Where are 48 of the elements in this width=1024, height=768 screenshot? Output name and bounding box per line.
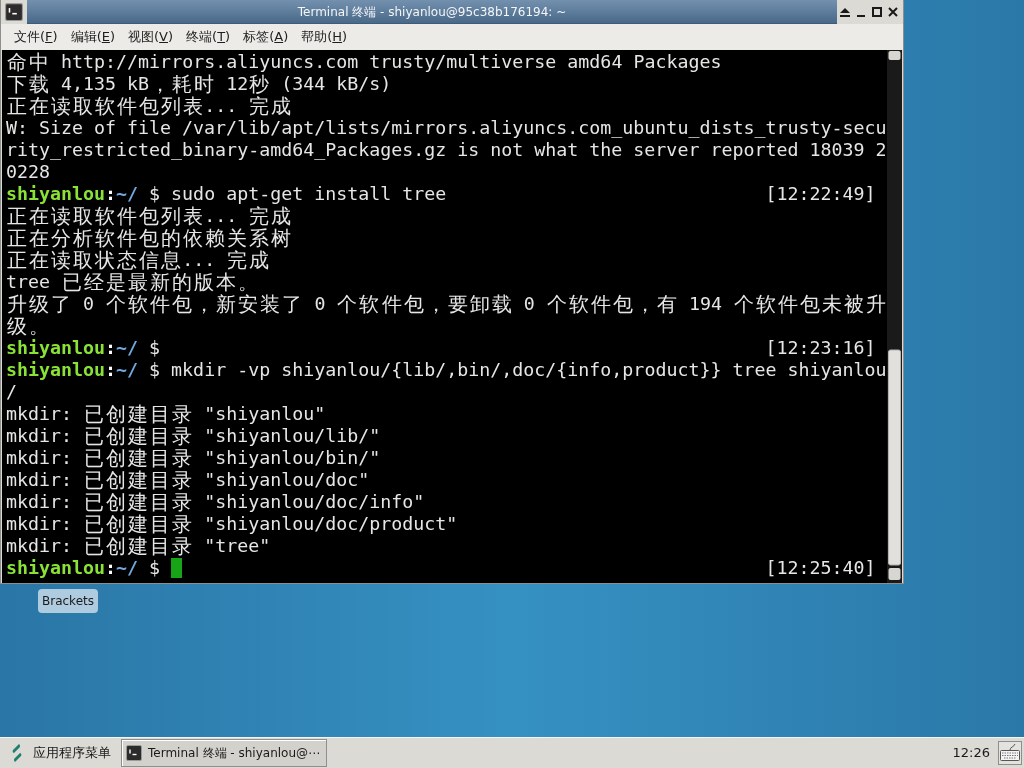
terminal-line: 下载 4,135 kB，耗时 12秒 (344 kB/s) (6, 73, 392, 95)
menu-item[interactable]: 视图(V) (128, 27, 174, 47)
terminal-icon (126, 745, 142, 761)
menu-item[interactable]: 标签(A) (243, 27, 289, 47)
terminal-line: 正在读取状态信息... 完成 (6, 249, 271, 271)
menu-item[interactable]: 终端(T) (186, 27, 231, 47)
terminal-line: mkdir: 已创建目录 "shiyanlou/doc" (6, 469, 370, 491)
terminal-line: tree 已经是最新的版本。 (6, 271, 260, 293)
terminal-line: rity_restricted_binary-amd64_Packages.gz is not what the server reported 18039 2 (6, 139, 887, 161)
window-title: Terminal 终端 - shiyanlou@95c38b176194: ~ (297, 3, 567, 21)
terminal-line: 正在读取软件包列表... 完成 (6, 205, 293, 227)
maximize-icon[interactable] (871, 6, 883, 18)
shell-prompt: shiyanlou:~/ $ (6, 557, 161, 579)
app-menu-button[interactable]: 应用程序菜单 (0, 738, 121, 768)
shell-prompt: shiyanlou:~/ $ (6, 183, 161, 205)
terminal-line: mkdir: 已创建目录 "shiyanlou/doc/info" (6, 491, 425, 513)
menu-item[interactable]: 编辑(E) (70, 27, 115, 47)
taskbar-window-button[interactable]: Terminal 终端 - shiyanlou@⋯ (121, 739, 328, 767)
terminal-line: 正在分析软件包的依赖关系树 (6, 227, 293, 249)
terminal-line: 命中 http://mirrors.aliyuncs.com trusty/multiverse amd64 Packages (6, 51, 722, 73)
scrollbar[interactable] (887, 50, 902, 583)
terminal-line: mkdir: 已创建目录 "shiyanlou/bin/" (6, 447, 381, 469)
close-icon[interactable] (887, 6, 899, 18)
terminal-line: mkdir: 已创建目录 "shiyanlou/lib/" (6, 425, 381, 447)
timestamp: [12:22:49] (765, 183, 876, 205)
menu-item[interactable]: 帮助(H) (301, 27, 348, 47)
terminal-line: mkdir: 已创建目录 "tree" (6, 535, 271, 557)
timestamp: [12:25:40] (765, 557, 876, 579)
terminal-line: mkdir: 已创建目录 "shiyanlou/doc/product" (6, 513, 458, 535)
shell-prompt: shiyanlou:~/ $ (6, 337, 161, 359)
leaf-icon (11, 744, 23, 762)
terminal-line: 正在读取软件包列表... 完成 (6, 95, 293, 117)
terminal-icon (5, 3, 23, 21)
keyboard-icon[interactable] (998, 741, 1022, 765)
clock: 12:26 (952, 744, 990, 763)
shell-prompt: shiyanlou:~/ $ (6, 359, 161, 381)
timestamp: [12:23:16] (765, 337, 876, 359)
terminal-line: / (6, 381, 17, 403)
menu-item[interactable]: 文件(F) (14, 27, 58, 47)
shade-icon[interactable] (839, 6, 851, 18)
command-text: mkdir -vp shiyanlou/{lib/,bin/,doc/{info,product}} tree shiyanlou (171, 359, 887, 381)
terminal-line: W: Size of file /var/lib/apt/lists/mirrors.aliyuncs.com_ubuntu_dists_trusty-secu (6, 117, 887, 139)
terminal-line: mkdir: 已创建目录 "shiyanlou" (6, 403, 326, 425)
terminal-line: 0228 (6, 161, 51, 183)
terminal-line: 级。 (6, 315, 51, 337)
desktop-icon-label[interactable]: Brackets (38, 589, 98, 613)
terminal-line: 升级了 0 个软件包，新安装了 0 个软件包，要卸载 0 个软件包，有 194 个软件包未被升 (6, 293, 887, 315)
command-text: sudo apt-get install tree (171, 183, 447, 205)
